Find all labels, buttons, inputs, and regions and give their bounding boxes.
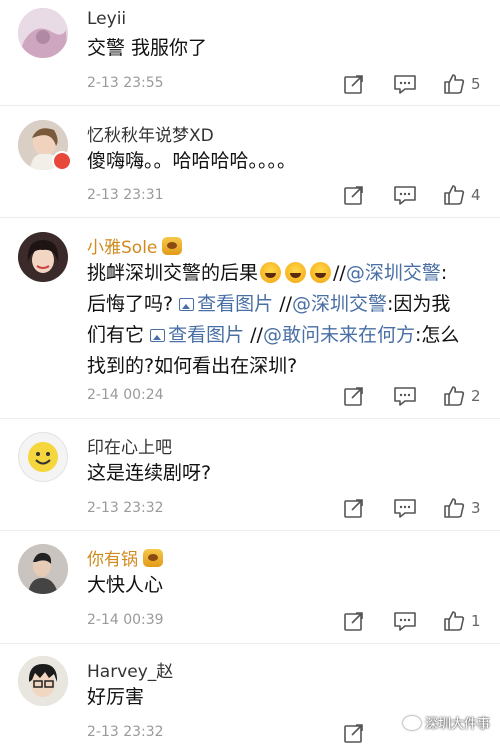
comment-text: 大快人心 xyxy=(87,574,164,596)
comment-timestamp: 2-13 23:55 xyxy=(87,75,164,91)
comment-text: 交警 我服你了 xyxy=(87,37,208,59)
comment-timestamp: 2-14 00:39 xyxy=(87,612,164,628)
avatar[interactable] xyxy=(18,544,68,594)
comment-actions: 1 xyxy=(340,609,490,633)
comment-text-line: 后悔了吗? 查看图片 //@深圳交警:因为我 xyxy=(87,289,487,320)
text-segment: 们有它 xyxy=(87,324,145,346)
text-segment: // xyxy=(250,324,263,346)
mention-link[interactable]: @深圳交警 xyxy=(292,293,387,315)
text-segment: 后悔了吗? xyxy=(87,293,174,315)
like-button[interactable]: 2 xyxy=(443,384,481,408)
like-count: 3 xyxy=(471,499,481,517)
like-count: 2 xyxy=(471,387,481,405)
comment-timestamp: 2-13 23:31 xyxy=(87,187,164,203)
comment-text-line: 挑衅深圳交警的后果 //@深圳交警: xyxy=(87,258,487,289)
mention-link[interactable]: @深圳交警 xyxy=(346,262,441,284)
thumbs-up-icon xyxy=(444,386,465,406)
view-image-link[interactable]: 查看图片 xyxy=(179,293,273,315)
share-icon[interactable] xyxy=(343,609,365,633)
image-icon xyxy=(150,329,166,342)
thumbs-up-icon xyxy=(444,498,465,518)
comment-username[interactable]: Harvey_赵 xyxy=(87,657,173,682)
comment-text-line: 们有它 查看图片 //@敢问未来在何方:怎么 xyxy=(87,320,487,351)
thumbs-up-icon xyxy=(444,185,465,205)
comment-timestamp: 2-13 23:32 xyxy=(87,500,164,516)
thumbs-up-icon xyxy=(444,611,465,631)
share-icon[interactable] xyxy=(343,496,365,520)
reply-icon[interactable] xyxy=(393,72,417,96)
watermark: 深圳大件事 xyxy=(402,713,490,732)
text-segment: :因为我 xyxy=(387,293,451,315)
vip-badge-icon xyxy=(143,549,163,567)
text-segment: : xyxy=(440,262,448,284)
avatar[interactable] xyxy=(18,656,68,706)
divider xyxy=(0,105,500,106)
text-segment: :怎么 xyxy=(414,324,460,346)
mention-link[interactable]: @敢问未来在何方 xyxy=(263,324,415,346)
like-count: 4 xyxy=(471,186,481,204)
share-icon[interactable] xyxy=(343,183,365,207)
wechat-icon xyxy=(402,715,421,730)
avatar[interactable] xyxy=(18,8,68,58)
reply-icon[interactable] xyxy=(393,183,417,207)
comment-actions: 2 xyxy=(340,384,490,408)
divider xyxy=(0,530,500,531)
divider xyxy=(0,217,500,218)
image-icon xyxy=(179,298,195,311)
link-label[interactable]: 查看图片 xyxy=(168,324,244,346)
comment-username[interactable]: 小雅Sole xyxy=(87,233,183,258)
like-button[interactable]: 4 xyxy=(443,183,481,207)
avatar[interactable] xyxy=(18,432,68,482)
comment-text: 好厉害 xyxy=(87,686,145,708)
avatar[interactable] xyxy=(18,232,68,282)
text-segment: // xyxy=(333,262,346,284)
text-segment: // xyxy=(279,293,293,315)
link-label[interactable]: 查看图片 xyxy=(197,293,273,315)
like-button[interactable]: 1 xyxy=(443,609,481,633)
comment-username[interactable]: 忆秋秋年说梦XD xyxy=(87,121,214,146)
watermark-text: 深圳大件事 xyxy=(424,717,490,732)
comment-actions: 4 xyxy=(340,183,490,207)
comment-text-line: 找到的?如何看出在深圳? xyxy=(87,355,298,377)
comment-text: 挑衅深圳交警的后果//@深圳交警: 后悔了吗? 查看图片 //@深圳交警:因为我… xyxy=(87,258,487,382)
laugh-emoji-icon xyxy=(285,262,307,283)
comment-timestamp: 2-14 00:24 xyxy=(87,387,164,403)
divider xyxy=(0,418,500,419)
laugh-emoji-icon xyxy=(260,262,282,283)
like-count: 5 xyxy=(471,75,481,93)
like-button[interactable]: 3 xyxy=(443,496,481,520)
share-icon[interactable] xyxy=(343,721,365,745)
divider xyxy=(0,643,500,644)
comment-username[interactable]: 印在心上吧 xyxy=(87,433,172,458)
reply-icon[interactable] xyxy=(393,609,417,633)
comment-username[interactable]: 你有锅 xyxy=(87,545,163,570)
comment-timestamp: 2-13 23:32 xyxy=(87,724,164,740)
comment-text: 傻嗨嗨。。哈哈哈哈。。。。 xyxy=(87,150,297,172)
vip-badge-icon xyxy=(162,237,183,255)
like-button[interactable]: 5 xyxy=(443,72,481,96)
share-icon[interactable] xyxy=(343,72,365,96)
reply-icon[interactable] xyxy=(393,496,417,520)
share-icon[interactable] xyxy=(343,384,365,408)
thumbs-up-icon xyxy=(444,74,465,94)
comment-text: 这是连续剧呀? xyxy=(87,462,212,484)
comment-actions: 3 xyxy=(340,496,490,520)
username-text[interactable]: 小雅Sole xyxy=(87,238,157,258)
username-text[interactable]: 你有锅 xyxy=(87,550,138,570)
text-segment: 挑衅深圳交警的后果 xyxy=(87,262,259,284)
view-image-link[interactable]: 查看图片 xyxy=(150,324,244,346)
laugh-emoji-icon xyxy=(310,262,332,283)
verified-badge xyxy=(52,151,72,171)
reply-icon[interactable] xyxy=(393,384,417,408)
like-count: 1 xyxy=(471,612,481,630)
comment-username[interactable]: Leyii xyxy=(87,9,126,29)
comment-actions: 5 xyxy=(340,72,490,96)
